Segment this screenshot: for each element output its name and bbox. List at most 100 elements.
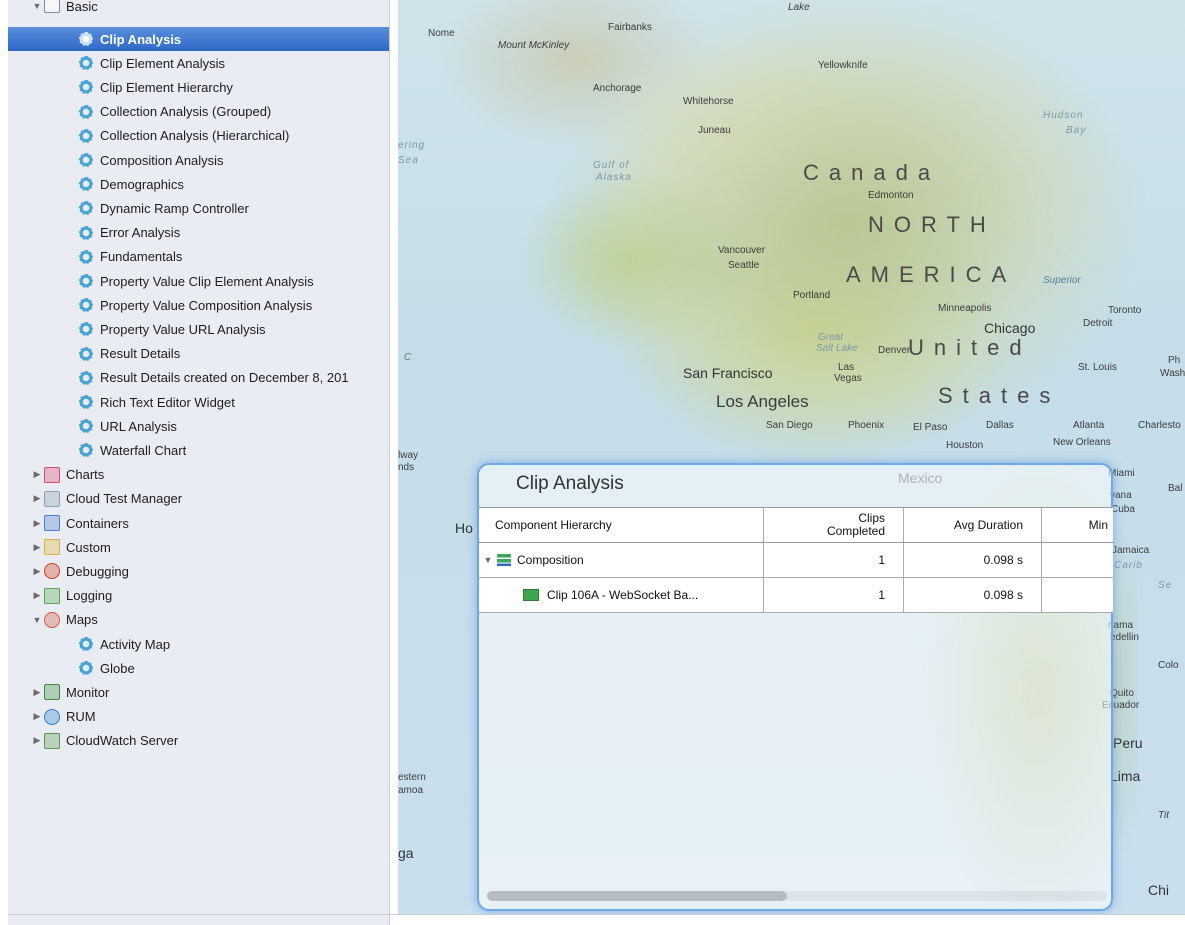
composition-icon: [497, 554, 511, 566]
map-label-houston: Houston: [946, 440, 984, 451]
map-label-havana: vana: [1110, 490, 1132, 501]
table-row[interactable]: ▼ Composition 1 0.098 s: [479, 543, 1113, 578]
monitor-icon: [44, 684, 60, 701]
tree-item-label: Waterfall Chart: [100, 442, 187, 458]
tree-folder-label: Monitor: [66, 684, 110, 700]
map-label-atlanta: Atlanta: [1073, 420, 1105, 431]
tree-item-dynamic-ramp-controller[interactable]: Dynamic Ramp Controller: [78, 196, 249, 220]
tree-folder-label: Logging: [66, 588, 113, 604]
triangle-collapsed-icon[interactable]: ▶: [30, 590, 44, 601]
tree-item-globe[interactable]: Globe: [78, 656, 135, 680]
tree-item-collection-analysis-grouped-[interactable]: Collection Analysis (Grouped): [78, 100, 271, 124]
map-label-la: Los Angeles: [716, 392, 809, 411]
triangle-collapsed-icon[interactable]: ▶: [30, 566, 44, 577]
tree-item-label: Clip Analysis: [100, 31, 182, 47]
map-label-neworleans: New Orleans: [1053, 437, 1111, 448]
tree-item-composition-analysis[interactable]: Composition Analysis: [78, 148, 224, 172]
tree-folder-basic[interactable]: ▼ Basic: [30, 0, 98, 18]
column-header-avg[interactable]: Avg Duration: [904, 508, 1042, 542]
tree-item-error-analysis[interactable]: Error Analysis: [78, 221, 180, 245]
tree-item-clip-element-hierarchy[interactable]: Clip Element Hierarchy: [78, 75, 233, 99]
tree-item-label: Property Value Clip Element Analysis: [100, 273, 314, 289]
triangle-collapsed-icon[interactable]: ▶: [30, 469, 44, 480]
map-label-medellin: edellin: [1110, 632, 1139, 643]
tree-folder-rum[interactable]: ▶ RUM: [30, 705, 96, 729]
map-label-whitehorse: Whitehorse: [683, 96, 734, 107]
tree-item-collection-analysis-hierarchical-[interactable]: Collection Analysis (Hierarchical): [78, 124, 289, 148]
triangle-collapsed-icon[interactable]: ▶: [30, 687, 44, 698]
tree-item-activity-map[interactable]: Activity Map: [78, 632, 170, 656]
triangle-collapsed-icon[interactable]: ▶: [30, 518, 44, 529]
map-label-lake: Lake: [788, 2, 810, 13]
tree-folder-label: Cloud Test Manager: [66, 491, 183, 507]
triangle-collapsed-icon[interactable]: ▶: [30, 735, 44, 746]
triangle-collapsed-icon[interactable]: ▶: [30, 711, 44, 722]
table-header: Component Hierarchy Clips Completed Avg …: [479, 507, 1113, 543]
map-label-chi: Chi: [1148, 882, 1170, 898]
tree-item-label: Globe: [100, 660, 135, 676]
tree-item-demographics[interactable]: Demographics: [78, 172, 184, 196]
tree-item-clip-analysis[interactable]: Clip Analysis: [8, 27, 389, 51]
tree-folder-cloud-test-manager[interactable]: ▶ Cloud Test Manager: [30, 487, 182, 511]
tree-item-property-value-url-analysis[interactable]: Property Value URL Analysis: [78, 317, 265, 341]
gear-icon: [78, 200, 94, 217]
map-label-north: NORTH: [868, 212, 996, 237]
triangle-collapsed-icon[interactable]: ▶: [30, 542, 44, 553]
column-header-min[interactable]: Min: [1042, 508, 1112, 542]
row-avg: 0.098 s: [904, 543, 1042, 577]
chart-icon: [44, 466, 60, 483]
tree-item-label: Activity Map: [100, 636, 171, 652]
table-row[interactable]: Clip 106A - WebSocket Ba... 1 0.098 s: [479, 578, 1113, 613]
tree-item-label: Clip Element Hierarchy: [100, 79, 233, 95]
tree-folder-monitor[interactable]: ▶ Monitor: [30, 680, 109, 704]
tree-folder-debugging[interactable]: ▶ Debugging: [30, 559, 129, 583]
gear-icon: [78, 31, 94, 47]
row-name: Clip 106A - WebSocket Ba...: [547, 588, 699, 602]
tree-folder-charts[interactable]: ▶ Charts: [30, 463, 104, 487]
compass-icon: [44, 611, 60, 628]
triangle-expanded-icon[interactable]: ▼: [30, 615, 44, 625]
tree-item-label: Error Analysis: [100, 225, 181, 241]
tree-item-property-value-composition-analysis[interactable]: Property Value Composition Analysis: [78, 293, 312, 317]
wand-icon: [44, 539, 60, 556]
tree-item-result-details[interactable]: Result Details: [78, 342, 180, 366]
gear-icon: [78, 297, 94, 314]
map-label-anchorage: Anchorage: [593, 83, 642, 94]
container-icon: [44, 515, 60, 531]
map-label-lima: Lima: [1110, 768, 1141, 784]
tree-folder-label: Debugging: [66, 563, 129, 579]
map-label-nome: Nome: [428, 28, 455, 39]
tree-folder-logging[interactable]: ▶ Logging: [30, 584, 112, 608]
world-map[interactable]: Nome Fairbanks Mount McKinley Lake Yellowkni…: [398, 0, 1185, 915]
scrollbar-thumb[interactable]: [487, 891, 787, 901]
tree-item-property-value-clip-element-analysis[interactable]: Property Value Clip Element Analysis: [78, 269, 314, 293]
tree-folder-custom[interactable]: ▶ Custom: [30, 535, 111, 559]
map-label-hudson2: Bay: [1066, 125, 1087, 136]
column-header-component[interactable]: Component Hierarchy: [479, 508, 764, 542]
map-label-denver: Denver: [878, 345, 911, 356]
tree-item-rich-text-editor-widget[interactable]: Rich Text Editor Widget: [78, 390, 235, 414]
server-icon: [44, 732, 60, 749]
tree-item-fundamentals[interactable]: Fundamentals: [78, 245, 182, 269]
triangle-expanded-icon[interactable]: ▼: [30, 1, 44, 11]
gear-icon: [78, 103, 94, 120]
panel-title: Clip Analysis: [516, 473, 624, 494]
tree-folder-maps[interactable]: ▼ Maps: [30, 608, 98, 632]
tree-item-clip-element-analysis[interactable]: Clip Element Analysis: [78, 51, 225, 75]
triangle-expanded-icon[interactable]: ▼: [479, 555, 497, 565]
map-label-carib: Carib: [1114, 560, 1143, 571]
horizontal-scrollbar[interactable]: [487, 891, 1107, 901]
tree-item-label: Composition Analysis: [100, 152, 224, 168]
map-label-stlouis: St. Louis: [1078, 362, 1117, 373]
map-label-toronto: Toronto: [1108, 305, 1142, 316]
triangle-collapsed-icon[interactable]: ▶: [30, 493, 44, 504]
tree-folder-label: Basic: [66, 0, 98, 14]
column-header-clips[interactable]: Clips Completed: [764, 508, 904, 542]
tree-folder-cloudwatch-server[interactable]: ▶ CloudWatch Server: [30, 729, 178, 753]
tree-item-waterfall-chart[interactable]: Waterfall Chart: [78, 438, 186, 462]
tree-folder-containers[interactable]: ▶ Containers: [30, 511, 129, 535]
gear-icon: [78, 127, 94, 144]
tree-item-url-analysis[interactable]: URL Analysis: [78, 414, 177, 438]
tree-item-result-details-created-on-december-8-201[interactable]: Result Details created on December 8, 20…: [78, 366, 349, 390]
map-label-ga: ga: [398, 845, 414, 861]
